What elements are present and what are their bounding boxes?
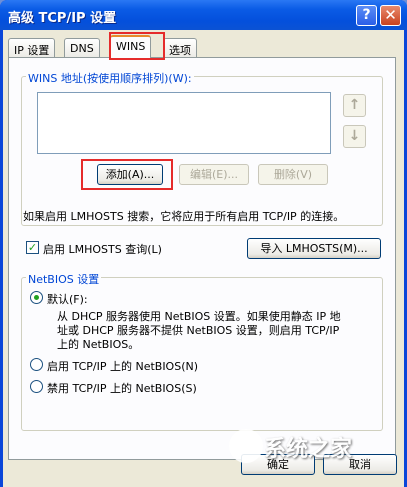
wins-address-label: WINS 地址(按使用顺序排列)(W): (26, 70, 194, 86)
netbios-group-label: NetBIOS 设置 (26, 271, 102, 287)
edit-button[interactable]: 编辑(E)... (179, 164, 249, 185)
window-title: 高级 TCP/IP 设置 (8, 11, 117, 26)
move-down-button[interactable]: ↓ (343, 125, 366, 148)
netbios-enable-radio[interactable] (30, 358, 43, 371)
watermark-text: 系统之家 (264, 437, 353, 462)
add-button-highlight (81, 159, 173, 190)
delete-button[interactable]: 删除(V) (258, 164, 328, 185)
wins-address-list[interactable] (37, 92, 331, 154)
wins-tab-highlight (109, 32, 165, 60)
close-button[interactable]: ✕ (380, 5, 401, 26)
tab-options[interactable]: 选项 (163, 38, 197, 57)
netbios-enable-label[interactable]: 启用 TCP/IP 上的 NetBIOS(N) (47, 358, 198, 374)
netbios-disable-radio[interactable] (30, 380, 43, 393)
tab-panel: WINS 地址(按使用顺序排列)(W): ↑ ↓ 添加(A)... 编辑(E).… (8, 57, 396, 460)
netbios-disable-label[interactable]: 禁用 TCP/IP 上的 NetBIOS(S) (47, 380, 197, 396)
lmhosts-checkbox-label[interactable]: 启用 LMHOSTS 查询(L) (43, 241, 162, 257)
tab-ip-settings[interactable]: IP 设置 (8, 38, 56, 57)
netbios-default-radio[interactable] (30, 291, 43, 304)
lmhosts-checkbox[interactable]: ✓ (26, 241, 39, 254)
dialog-window: 高级 TCP/IP 设置 ? ✕ IP 设置 DNS WINS 选项 WINS … (0, 0, 407, 487)
help-button[interactable]: ? (356, 5, 377, 26)
move-up-button[interactable]: ↑ (343, 94, 366, 117)
netbios-default-label[interactable]: 默认(F): (47, 291, 88, 307)
title-bar[interactable]: 高级 TCP/IP 设置 ? ✕ (0, 0, 407, 30)
radio-selected-dot (34, 295, 39, 300)
netbios-default-desc-line3: 上的 NetBIOS。 (57, 338, 140, 351)
import-lmhosts-button[interactable]: 导入 LMHOSTS(M)... (247, 238, 381, 259)
tab-dns[interactable]: DNS (64, 38, 100, 57)
lmhosts-note: 如果启用 LMHOSTS 搜索，它将应用于所有启用 TCP/IP 的连接。 (23, 210, 345, 223)
